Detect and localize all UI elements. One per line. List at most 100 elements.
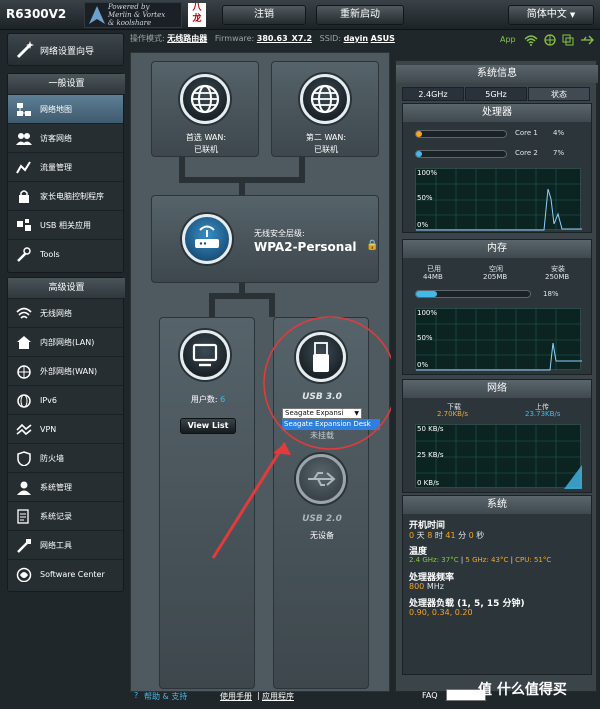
watermark: 值 什么值得买 xyxy=(478,682,567,698)
sidebar-item-log[interactable]: 系统记录 xyxy=(8,501,123,530)
system-section: 系统 开机时间 0 天 8 时 41 分 0 秒 温度 2.4 GHz: 37°… xyxy=(402,495,592,675)
sidebar-item-traffic[interactable]: 流量管理 xyxy=(8,152,123,181)
client-icon[interactable] xyxy=(562,34,574,46)
wireless-icon xyxy=(16,307,32,319)
chevron-down-icon: ▼ xyxy=(569,11,576,19)
sidebar-item-wan[interactable]: 外部网络(WAN) xyxy=(8,356,123,385)
tab-status[interactable]: 状态 xyxy=(528,87,590,101)
cpu-section: 处理器 Core 1 4% Core 2 7% 100% 50% 0% xyxy=(402,103,592,233)
sidebar-item-network-tools[interactable]: 网络工具 xyxy=(8,530,123,559)
tab-2.4ghz[interactable]: 2.4GHz xyxy=(402,87,464,101)
sidebar-item-wireless[interactable]: 无线网络 xyxy=(8,298,123,327)
usb-status-icon[interactable] xyxy=(580,34,594,46)
secondary-wan-status: 已联机 xyxy=(314,145,338,154)
annotation-circle xyxy=(263,316,391,450)
faq-label: FAQ xyxy=(422,691,438,700)
network-section: 网络 下载 2.70KB/s 上传 23.73KB/s 50 KB/s 25 K… xyxy=(402,379,592,493)
general-settings-group: 一般设置 网络地图访客网络流量管理家长电脑控制程序 USB 相关应用 Tools xyxy=(7,73,125,273)
sidebar-item-label: 系统管理 xyxy=(40,483,72,492)
sidebar-item-usb-app[interactable]: USB 相关应用 xyxy=(8,210,123,239)
software-center-icon xyxy=(16,567,32,582)
sidebar-item-vpn[interactable]: VPN xyxy=(8,414,123,443)
primary-wan-status: 已联机 xyxy=(194,145,218,154)
memory-title: 内存 xyxy=(403,240,591,258)
annotation-overlay xyxy=(211,316,391,559)
sidebar-item-label: 内部网络(LAN) xyxy=(40,338,95,347)
sidebar-item-software-center[interactable]: Software Center xyxy=(8,559,123,588)
sidebar-item-admin[interactable]: 系统管理 xyxy=(8,472,123,501)
core1-percent: 4% xyxy=(553,129,565,137)
core2-label: Core 2 xyxy=(515,149,538,157)
manual-link[interactable]: 使用手册 xyxy=(220,691,252,702)
reboot-button[interactable]: 重新启动 xyxy=(316,5,404,25)
sidebar-item-network-map[interactable]: 网络地图 xyxy=(8,94,123,123)
sidebar-item-parental-control[interactable]: 家长电脑控制程序 xyxy=(8,181,123,210)
sidebar-item-label: 防火墙 xyxy=(40,454,64,463)
memory-free: 205MB xyxy=(483,273,508,281)
network-map-panel: 首选 WAN: 已联机 第二 WAN: 已联机 无线安全层级: WPA2-Per… xyxy=(130,52,391,692)
sidebar-item-label: 流量管理 xyxy=(40,163,72,172)
network-map-icon xyxy=(17,103,31,116)
sidebar-item-label: USB 相关应用 xyxy=(40,221,91,230)
memory-percent: 18% xyxy=(543,290,559,298)
advanced-settings-group: 高级设置 无线网络 内部网络(LAN) 外部网络(WAN) IPv6 VPN 防火墙 系统管… xyxy=(7,277,125,592)
router-icon xyxy=(195,225,219,248)
sidebar-item-label: Software Center xyxy=(40,570,105,579)
core1-bar xyxy=(415,130,507,138)
sidebar-item-guest-network[interactable]: 访客网络 xyxy=(8,123,123,152)
primary-wan-title: 首选 WAN: xyxy=(185,133,227,142)
sidebar-item-firewall[interactable]: 防火墙 xyxy=(8,443,123,472)
sidebar-item-tools[interactable]: Tools xyxy=(8,239,123,268)
sidebar-item-lan[interactable]: 内部网络(LAN) xyxy=(8,327,123,356)
ssid-link-1[interactable]: dayin xyxy=(344,34,369,43)
temperature-values: 2.4 GHz: 37°C | 5 GHz: 43°C | CPU: 51°C xyxy=(409,556,552,564)
sidebar-item-label: 系统记录 xyxy=(40,512,72,521)
magic-wand-icon xyxy=(16,41,34,59)
tab-5ghz[interactable]: 5GHz xyxy=(465,87,527,101)
sidebar-item-label: 外部网络(WAN) xyxy=(40,367,98,376)
router-model: R6300V2 xyxy=(6,7,67,21)
ssid-link-2[interactable]: ASUS xyxy=(371,34,395,43)
sidebar-item-label: 访客网络 xyxy=(40,134,72,143)
core1-label: Core 1 xyxy=(515,129,538,137)
sidebar-item-ipv6[interactable]: IPv6 xyxy=(8,385,123,414)
network-wizard-button[interactable]: 网络设置向导 xyxy=(7,33,124,66)
globe-icon[interactable] xyxy=(544,34,556,46)
vortex-logo-icon xyxy=(89,6,105,24)
lock-icon: 🔒 xyxy=(366,240,379,251)
system-title: 系统 xyxy=(403,496,591,514)
tools-icon xyxy=(17,247,31,262)
router-admin-page: R6300V2 Powered by Merlin & Vortex & koo… xyxy=(0,0,600,709)
ipv6-icon xyxy=(17,394,31,408)
download-rate: 2.70KB/s xyxy=(437,410,468,418)
app-link[interactable]: App xyxy=(500,35,516,44)
network-title: 网络 xyxy=(403,380,591,398)
sidebar-item-label: 家长电脑控制程序 xyxy=(40,192,104,201)
app-link[interactable]: 应用程序 xyxy=(262,691,294,702)
sidebar-item-label: 网络工具 xyxy=(40,541,72,550)
help-support-link[interactable]: 帮助 & 支持 xyxy=(144,691,187,702)
core2-percent: 7% xyxy=(553,149,565,157)
language-select[interactable]: 简体中文 ▼ xyxy=(508,5,594,25)
annotation-arrow xyxy=(211,442,287,559)
memory-graph: 100% 50% 0% xyxy=(415,308,582,371)
operation-mode-link[interactable]: 无线路由器 xyxy=(167,34,207,43)
globe-icon xyxy=(190,84,220,114)
memory-section: 内存 已用 44MB 空闲 205MB 安装 250MB 18% 100% 50… xyxy=(402,239,592,375)
arrow-head-icon xyxy=(273,443,291,455)
security-level-label: 无线安全层级: xyxy=(254,229,305,238)
cpu-graph: 100% 50% 0% xyxy=(415,168,582,231)
primary-wan-card[interactable]: 首选 WAN: 已联机 xyxy=(151,61,259,157)
wifi-icon[interactable] xyxy=(524,34,538,46)
system-info-panel: 系统信息 2.4GHz 5GHz 状态 处理器 Core 1 4% Core 2… xyxy=(395,60,598,692)
sidebar-item-label: VPN xyxy=(40,425,57,434)
firmware-link[interactable]: 380.63_X7.2 xyxy=(257,34,312,43)
secondary-wan-card[interactable]: 第二 WAN: 已联机 xyxy=(271,61,379,157)
router-card[interactable]: 无线安全层级: WPA2-Personal 🔒 xyxy=(151,195,379,283)
guest-network-icon xyxy=(16,133,32,145)
general-settings-title: 一般设置 xyxy=(8,74,125,94)
memory-total: 250MB xyxy=(545,273,570,281)
cpu-frequency: 800 MHz xyxy=(409,582,444,591)
logout-button[interactable]: 注销 xyxy=(222,5,306,25)
traffic-icon xyxy=(16,161,31,174)
